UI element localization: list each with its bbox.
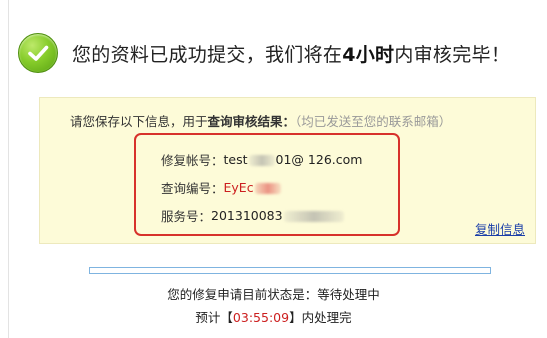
copy-info-link[interactable]: 复制信息 bbox=[475, 219, 525, 238]
account-suffix: 01@ 126.com bbox=[275, 152, 363, 167]
notice-strong: 查询审核结果： bbox=[207, 114, 296, 129]
info-panel: 请您保存以下信息，用于查询审核结果：（均已发送至您的联系邮箱） 修复帐号： te… bbox=[39, 97, 536, 244]
eta-line: 预计【03:55:09】内处理完 bbox=[0, 307, 547, 326]
service-label: 服务号： bbox=[161, 209, 212, 224]
headline-prefix: 您的资料已成功提交，我们将在 bbox=[72, 43, 343, 66]
account-label: 修复帐号： bbox=[161, 153, 224, 168]
notice-lead: 请您保存以下信息，用于 bbox=[70, 114, 208, 129]
service-prefix: 201310083 bbox=[211, 208, 283, 223]
redacted-blur bbox=[283, 211, 344, 222]
eta-lead: 预计【 bbox=[195, 310, 233, 325]
headline-emphasis: 4小时 bbox=[342, 43, 395, 66]
account-row: 修复帐号： test 01@ 126.com bbox=[161, 150, 362, 169]
check-circle-icon bbox=[18, 33, 58, 73]
progress-bar bbox=[89, 267, 491, 274]
query-row: 查询编号： EyEc bbox=[161, 178, 282, 197]
service-value: 201310083 bbox=[211, 208, 345, 223]
account-prefix: test bbox=[223, 152, 248, 167]
service-row: 服务号： 201310083 bbox=[161, 206, 345, 225]
redacted-blur bbox=[248, 155, 275, 166]
eta-countdown: 03:55:09 bbox=[232, 310, 290, 325]
save-notice: 请您保存以下信息，用于查询审核结果：（均已发送至您的联系邮箱） bbox=[70, 111, 451, 130]
headline-suffix: 内审核完毕！ bbox=[394, 43, 511, 66]
headline-text: 您的资料已成功提交，我们将在4小时内审核完毕！ bbox=[72, 40, 510, 67]
redacted-blur bbox=[254, 183, 281, 194]
success-headline: 您的资料已成功提交，我们将在4小时内审核完毕！ bbox=[18, 32, 510, 74]
query-prefix: EyEc bbox=[223, 180, 254, 195]
eta-tail: 】内处理完 bbox=[289, 310, 352, 325]
notice-muted: （均已发送至您的联系邮箱） bbox=[295, 114, 452, 129]
account-value: test 01@ 126.com bbox=[224, 152, 363, 167]
query-value: EyEc bbox=[224, 180, 282, 195]
repair-status: 您的修复申请目前状态是：等待处理中 bbox=[167, 287, 380, 302]
query-label: 查询编号： bbox=[161, 181, 224, 196]
